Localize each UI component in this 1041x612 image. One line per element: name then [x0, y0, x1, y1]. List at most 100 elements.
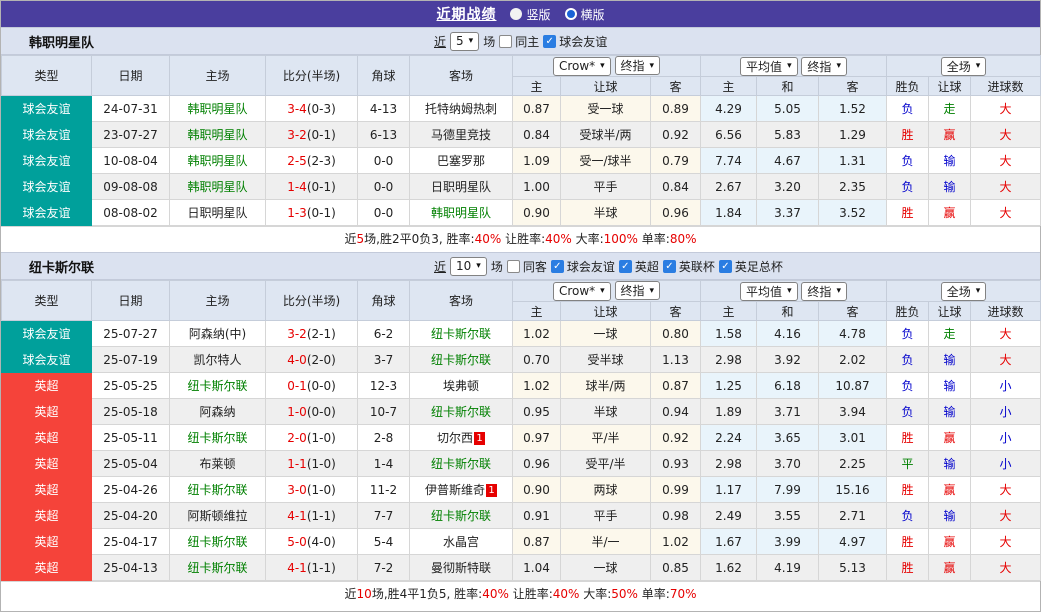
away-team-link[interactable]: 纽卡斯尔联 [431, 353, 491, 367]
away-team-link[interactable]: 纽卡斯尔联 [431, 509, 491, 523]
league-filter-checkbox-0[interactable]: ✓球会友谊 [543, 33, 607, 50]
away-team-link[interactable]: 伊普斯维奇 [425, 483, 485, 497]
home-team-link[interactable]: 阿森纳(中) [189, 327, 246, 341]
away-team-link[interactable]: 马德里竞技 [431, 128, 491, 142]
away-team-link[interactable]: 纽卡斯尔联 [431, 405, 491, 419]
away-team-cell: 切尔西1 [410, 425, 513, 451]
chevron-down-icon: ▾ [836, 61, 841, 71]
result-cell: 胜 [887, 122, 929, 148]
avg-time-select[interactable]: 终指 ▾ [801, 57, 847, 76]
near-count-select-value: 5 [456, 34, 464, 48]
same-venue-checkbox[interactable]: 同客 [507, 258, 547, 275]
sub-column-header-0: 主 [513, 302, 561, 321]
near-count-select[interactable]: 5▾ [450, 32, 479, 51]
home-team-link[interactable]: 纽卡斯尔联 [187, 431, 247, 445]
away-team-link[interactable]: 水晶宫 [443, 535, 479, 549]
league-filter-checkbox-3[interactable]: ✓英足总杯 [719, 258, 783, 275]
scope-select[interactable]: 全场▾ [941, 282, 987, 301]
odds-company-select[interactable]: Crow*▾ [553, 282, 611, 301]
chevron-down-icon: ▾ [650, 286, 655, 296]
column-header-4: 角球 [358, 56, 410, 96]
away-team-cell: 纽卡斯尔联 [410, 347, 513, 373]
result-cell: 负 [887, 148, 929, 174]
away-team-link[interactable]: 埃弗顿 [443, 379, 479, 393]
near-count-select[interactable]: 10▾ [450, 257, 487, 276]
away-team-link[interactable]: 纽卡斯尔联 [431, 327, 491, 341]
avg-away-cell: 1.29 [819, 122, 887, 148]
sub-column-header-1: 让球 [561, 302, 651, 321]
match-row: 球会友谊25-07-19凯尔特人4-0(2-0)3-7纽卡斯尔联0.70受半球1… [2, 347, 1041, 373]
avg-time-select[interactable]: 终指▾ [801, 282, 847, 301]
avg-draw-cell: 4.16 [757, 321, 819, 347]
home-team-cell: 韩职明星队 [170, 174, 266, 200]
odds-time-select[interactable]: 终指▾ [615, 56, 661, 75]
summary-segment: 大率: [572, 232, 604, 246]
league-type-badge: 球会友谊 [2, 96, 92, 122]
avg-draw-cell: 3.37 [757, 200, 819, 226]
home-team-link[interactable]: 纽卡斯尔联 [187, 483, 247, 497]
full-time-score: 5-0 [287, 535, 307, 549]
goals-over-under-cell: 大 [971, 321, 1041, 347]
avg-time-select-value: 终指 [807, 58, 831, 75]
home-team-link[interactable]: 布莱顿 [199, 457, 235, 471]
away-team-link[interactable]: 韩职明星队 [431, 206, 491, 220]
away-team-link[interactable]: 切尔西 [437, 431, 473, 445]
home-team-link[interactable]: 韩职明星队 [187, 154, 247, 168]
league-filter-checkbox-0[interactable]: ✓球会友谊 [551, 258, 615, 275]
team-name[interactable]: 纽卡斯尔联 [29, 257, 94, 276]
home-team-link[interactable]: 纽卡斯尔联 [187, 561, 247, 575]
handicap-cell: 半球 [561, 200, 651, 226]
home-team-link[interactable]: 纽卡斯尔联 [187, 535, 247, 549]
half-time-score: (2-3) [307, 154, 336, 168]
home-team-link[interactable]: 阿斯顿维拉 [187, 509, 247, 523]
avg-draw-cell: 4.67 [757, 148, 819, 174]
column-header-0: 类型 [2, 56, 92, 96]
league-filter-checkbox-1[interactable]: ✓英超 [619, 258, 659, 275]
match-row: 球会友谊10-08-04韩职明星队2-5(2-3)0-0巴塞罗那1.09受一/球… [2, 148, 1041, 174]
odds-company-select[interactable]: Crow*▾ [553, 57, 611, 76]
home-team-link[interactable]: 韩职明星队 [187, 180, 247, 194]
same-venue-checkbox[interactable]: 同主 [499, 33, 539, 50]
summary-segment: 40% [482, 587, 509, 601]
matches-label: 场 [483, 33, 495, 50]
handicap-cell: 一球 [561, 555, 651, 581]
full-time-score: 2-5 [287, 154, 307, 168]
date-cell: 25-07-19 [92, 347, 170, 373]
home-team-link[interactable]: 凯尔特人 [193, 353, 241, 367]
avg-source-select[interactable]: 平均值▾ [740, 282, 798, 301]
near-label: 近 [434, 33, 446, 50]
home-team-link[interactable]: 韩职明星队 [187, 128, 247, 142]
avg-away-cell: 2.25 [819, 451, 887, 477]
home-team-link[interactable]: 韩职明星队 [187, 102, 247, 116]
date-cell: 24-07-31 [92, 96, 170, 122]
odds-time-select-value: 终指 [621, 282, 645, 299]
layout-radio-vertical[interactable]: 竖版 [510, 6, 550, 23]
league-filter-checkbox-2[interactable]: ✓英联杯 [663, 258, 715, 275]
scope-select[interactable]: 全场▾ [941, 57, 987, 76]
home-team-link[interactable]: 阿森纳 [199, 405, 235, 419]
away-team-link[interactable]: 纽卡斯尔联 [431, 457, 491, 471]
odds-time-select[interactable]: 终指 ▾ [615, 281, 661, 300]
away-team-cell: 水晶宫 [410, 529, 513, 555]
summary-segment: 近 [345, 587, 357, 601]
away-team-link[interactable]: 曼彻斯特联 [431, 561, 491, 575]
league-type-badge: 球会友谊 [2, 321, 92, 347]
handicap-cell: 一球 [561, 321, 651, 347]
avg-home-cell: 7.74 [701, 148, 757, 174]
avg-source-select[interactable]: 平均值▾ [740, 57, 798, 76]
corners-cell: 0-0 [358, 174, 410, 200]
goals-over-under-cell: 大 [971, 200, 1041, 226]
away-team-link[interactable]: 日职明星队 [431, 180, 491, 194]
layout-radio-horizontal[interactable]: 横版 [565, 6, 605, 23]
away-team-link[interactable]: 托特纳姆热刺 [425, 102, 497, 116]
handicap-result-cell: 输 [929, 174, 971, 200]
away-team-link[interactable]: 巴塞罗那 [437, 154, 485, 168]
match-row: 球会友谊08-08-02日职明星队1-3(0-1)0-0韩职明星队0.90半球0… [2, 200, 1041, 226]
goals-over-under-cell: 大 [971, 148, 1041, 174]
match-filter-controls: 近5▾场同主✓球会友谊 [434, 28, 607, 54]
date-cell: 09-08-08 [92, 174, 170, 200]
home-team-link[interactable]: 日职明星队 [187, 206, 247, 220]
home-team-cell: 韩职明星队 [170, 148, 266, 174]
home-team-link[interactable]: 纽卡斯尔联 [187, 379, 247, 393]
team-name[interactable]: 韩职明星队 [29, 32, 94, 51]
